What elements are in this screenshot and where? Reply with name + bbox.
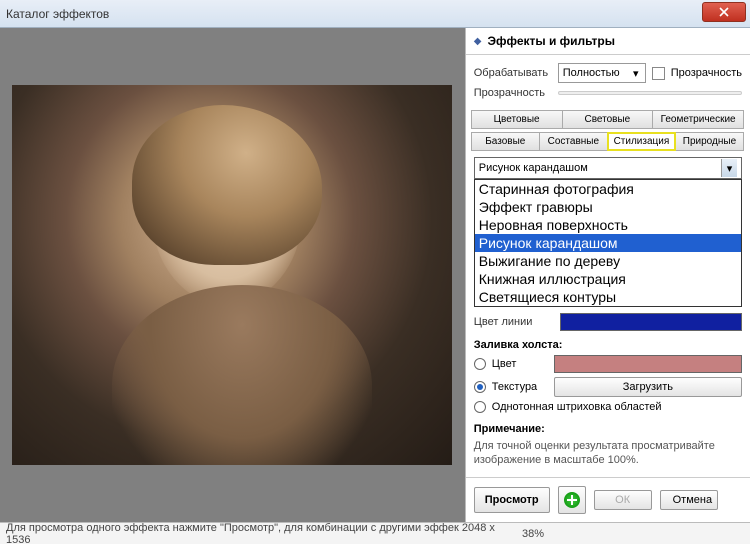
- transparency-label: Прозрачность: [474, 87, 552, 99]
- panel-title: Эффекты и фильтры: [487, 34, 615, 48]
- chevron-down-icon: ▾: [721, 159, 737, 177]
- panel-header: ◆ Эффекты и фильтры: [466, 28, 750, 55]
- tab-basic[interactable]: Базовые: [471, 132, 540, 151]
- fill-color-label: Цвет: [492, 358, 548, 370]
- note-text: Для точной оценки результата просматрива…: [474, 439, 742, 468]
- ok-button[interactable]: ОК: [594, 490, 652, 510]
- tab-composite[interactable]: Составные: [539, 132, 608, 151]
- process-mode-combo[interactable]: Полностью ▾: [558, 63, 646, 83]
- effect-option[interactable]: Книжная иллюстрация: [475, 270, 741, 288]
- effect-option[interactable]: Старинная фотография: [475, 180, 741, 198]
- effect-option-selected[interactable]: Рисунок карандашом: [475, 234, 741, 252]
- fill-color-radio[interactable]: [474, 358, 486, 370]
- fill-texture-label: Текстура: [492, 381, 548, 393]
- process-mode-value: Полностью: [563, 67, 620, 79]
- effect-option[interactable]: Неровная поверхность: [475, 216, 741, 234]
- tab-row-2: Базовые Составные Стилизация Природные: [472, 133, 744, 151]
- effects-panel: ◆ Эффекты и фильтры Обрабатывать Полност…: [465, 28, 750, 522]
- transparency-checkbox[interactable]: [652, 67, 665, 80]
- fill-texture-radio[interactable]: [474, 381, 486, 393]
- effect-option[interactable]: Эффект гравюры: [475, 198, 741, 216]
- line-color-label: Цвет линии: [474, 316, 552, 328]
- tab-light[interactable]: Световые: [562, 110, 654, 129]
- tab-stylization[interactable]: Стилизация: [607, 132, 676, 151]
- status-bar: Для просмотра одного эффекта нажмите "Пр…: [0, 522, 750, 544]
- transparency-chk-label: Прозрачность: [671, 67, 742, 79]
- tab-geometric[interactable]: Геометрические: [652, 110, 744, 129]
- effect-dropdown[interactable]: Рисунок карандашом ▾: [474, 157, 742, 179]
- transparency-slider[interactable]: [558, 91, 742, 95]
- chevron-down-icon: ▾: [629, 66, 643, 80]
- tab-row-1: Цветовые Световые Геометрические: [472, 111, 744, 129]
- effect-option[interactable]: Выжигание по дереву: [475, 252, 741, 270]
- status-text: Для просмотра одного эффекта нажмите "Пр…: [6, 522, 522, 546]
- fill-mono-radio[interactable]: [474, 401, 486, 413]
- tab-color[interactable]: Цветовые: [471, 110, 563, 129]
- status-percent: 38%: [522, 528, 544, 540]
- close-icon: [719, 7, 729, 17]
- titlebar: Каталог эффектов: [0, 0, 750, 28]
- line-color-swatch[interactable]: [560, 313, 742, 331]
- preview-pane: [0, 28, 465, 522]
- effect-option[interactable]: Светящиеся контуры: [475, 288, 741, 306]
- load-texture-button[interactable]: Загрузить: [554, 377, 742, 397]
- process-label: Обрабатывать: [474, 67, 552, 79]
- effect-selected: Рисунок карандашом: [479, 162, 588, 174]
- fill-mono-label: Однотонная штриховка областей: [492, 401, 662, 413]
- cancel-button[interactable]: Отмена: [660, 490, 718, 510]
- effect-dropdown-list: Старинная фотография Эффект гравюры Неро…: [474, 179, 742, 307]
- footer-buttons: Просмотр ОК Отмена: [466, 477, 750, 522]
- add-button[interactable]: [558, 486, 586, 514]
- close-button[interactable]: [702, 2, 746, 22]
- preview-button[interactable]: Просмотр: [474, 487, 550, 513]
- fill-header: Заливка холста:: [474, 339, 742, 351]
- note-header: Примечание:: [474, 423, 742, 435]
- tab-nature[interactable]: Природные: [675, 132, 744, 151]
- plus-icon: [564, 492, 580, 508]
- preview-image: [12, 85, 452, 465]
- fill-color-swatch[interactable]: [554, 355, 742, 373]
- diamond-icon: ◆: [474, 36, 482, 47]
- window-title: Каталог эффектов: [6, 7, 109, 21]
